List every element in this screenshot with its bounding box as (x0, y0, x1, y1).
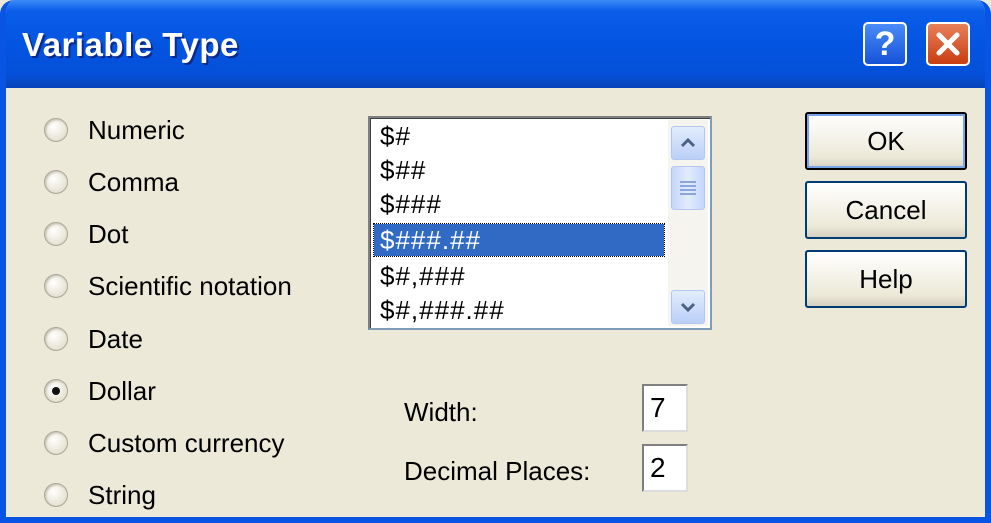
dialog-title: Variable Type (22, 26, 239, 63)
scroll-up-button[interactable] (671, 126, 705, 160)
radio-comma[interactable]: Comma (44, 164, 179, 200)
format-listbox[interactable]: $# $## $### $###.## $#,### $#,###.## (368, 116, 712, 330)
radio-label-scientific: Scientific notation (88, 270, 292, 301)
chevron-down-icon (680, 302, 696, 313)
radio-custom-currency[interactable]: Custom currency (44, 425, 285, 461)
close-button[interactable] (926, 22, 970, 66)
radio-scientific-notation[interactable]: Scientific notation (44, 268, 292, 304)
radio-dollar[interactable]: Dollar (44, 373, 156, 409)
help-title-button[interactable]: ? (863, 22, 907, 66)
vertical-scrollbar[interactable] (668, 120, 708, 326)
decimal-places-input[interactable]: 2 (642, 444, 688, 492)
scroll-thumb[interactable] (671, 166, 705, 210)
decimal-places-label: Decimal Places: (404, 456, 591, 486)
radio-button-icon[interactable] (44, 327, 68, 351)
radio-button-icon[interactable] (44, 170, 68, 194)
radio-numeric[interactable]: Numeric (44, 112, 185, 148)
radio-string[interactable]: String (44, 477, 156, 513)
width-input[interactable]: 7 (642, 384, 688, 432)
list-item[interactable]: $#,###.## (374, 294, 664, 326)
radio-label-custom-currency: Custom currency (88, 427, 285, 458)
radio-label-string: String (88, 479, 156, 510)
question-mark-icon: ? (874, 24, 896, 63)
width-label: Width: (404, 397, 478, 427)
radio-label-dot: Dot (88, 218, 129, 249)
radio-button-icon[interactable] (44, 274, 68, 298)
list-item[interactable]: $## (374, 154, 664, 186)
radio-label-comma: Comma (88, 166, 180, 197)
radio-button-icon[interactable] (44, 431, 68, 455)
radio-date[interactable]: Date (44, 321, 143, 357)
cancel-button[interactable]: Cancel (805, 181, 967, 239)
radio-dot[interactable]: Dot (44, 216, 128, 252)
scroll-down-button[interactable] (671, 290, 705, 324)
help-button[interactable]: Help (805, 250, 967, 308)
radio-label-numeric: Numeric (88, 114, 185, 145)
chevron-up-icon (680, 137, 696, 148)
list-item-selected[interactable]: $###.## (373, 223, 665, 257)
radio-button-icon[interactable] (44, 118, 68, 142)
radio-button-icon[interactable] (44, 483, 68, 507)
list-item[interactable]: $# (374, 120, 664, 152)
title-bar[interactable]: Variable Type ? (6, 0, 985, 88)
radio-label-date: Date (88, 323, 143, 354)
close-icon (936, 32, 960, 56)
radio-button-icon[interactable] (44, 222, 68, 246)
radio-label-dollar: Dollar (88, 375, 156, 406)
radio-button-icon[interactable] (44, 379, 68, 403)
ok-button[interactable]: OK (805, 112, 967, 170)
grip-icon (680, 181, 696, 195)
list-item[interactable]: $### (374, 188, 664, 220)
list-item[interactable]: $#,### (374, 260, 664, 292)
variable-type-dialog: Variable Type ? Numeric Comma Dot Scient… (0, 0, 991, 523)
